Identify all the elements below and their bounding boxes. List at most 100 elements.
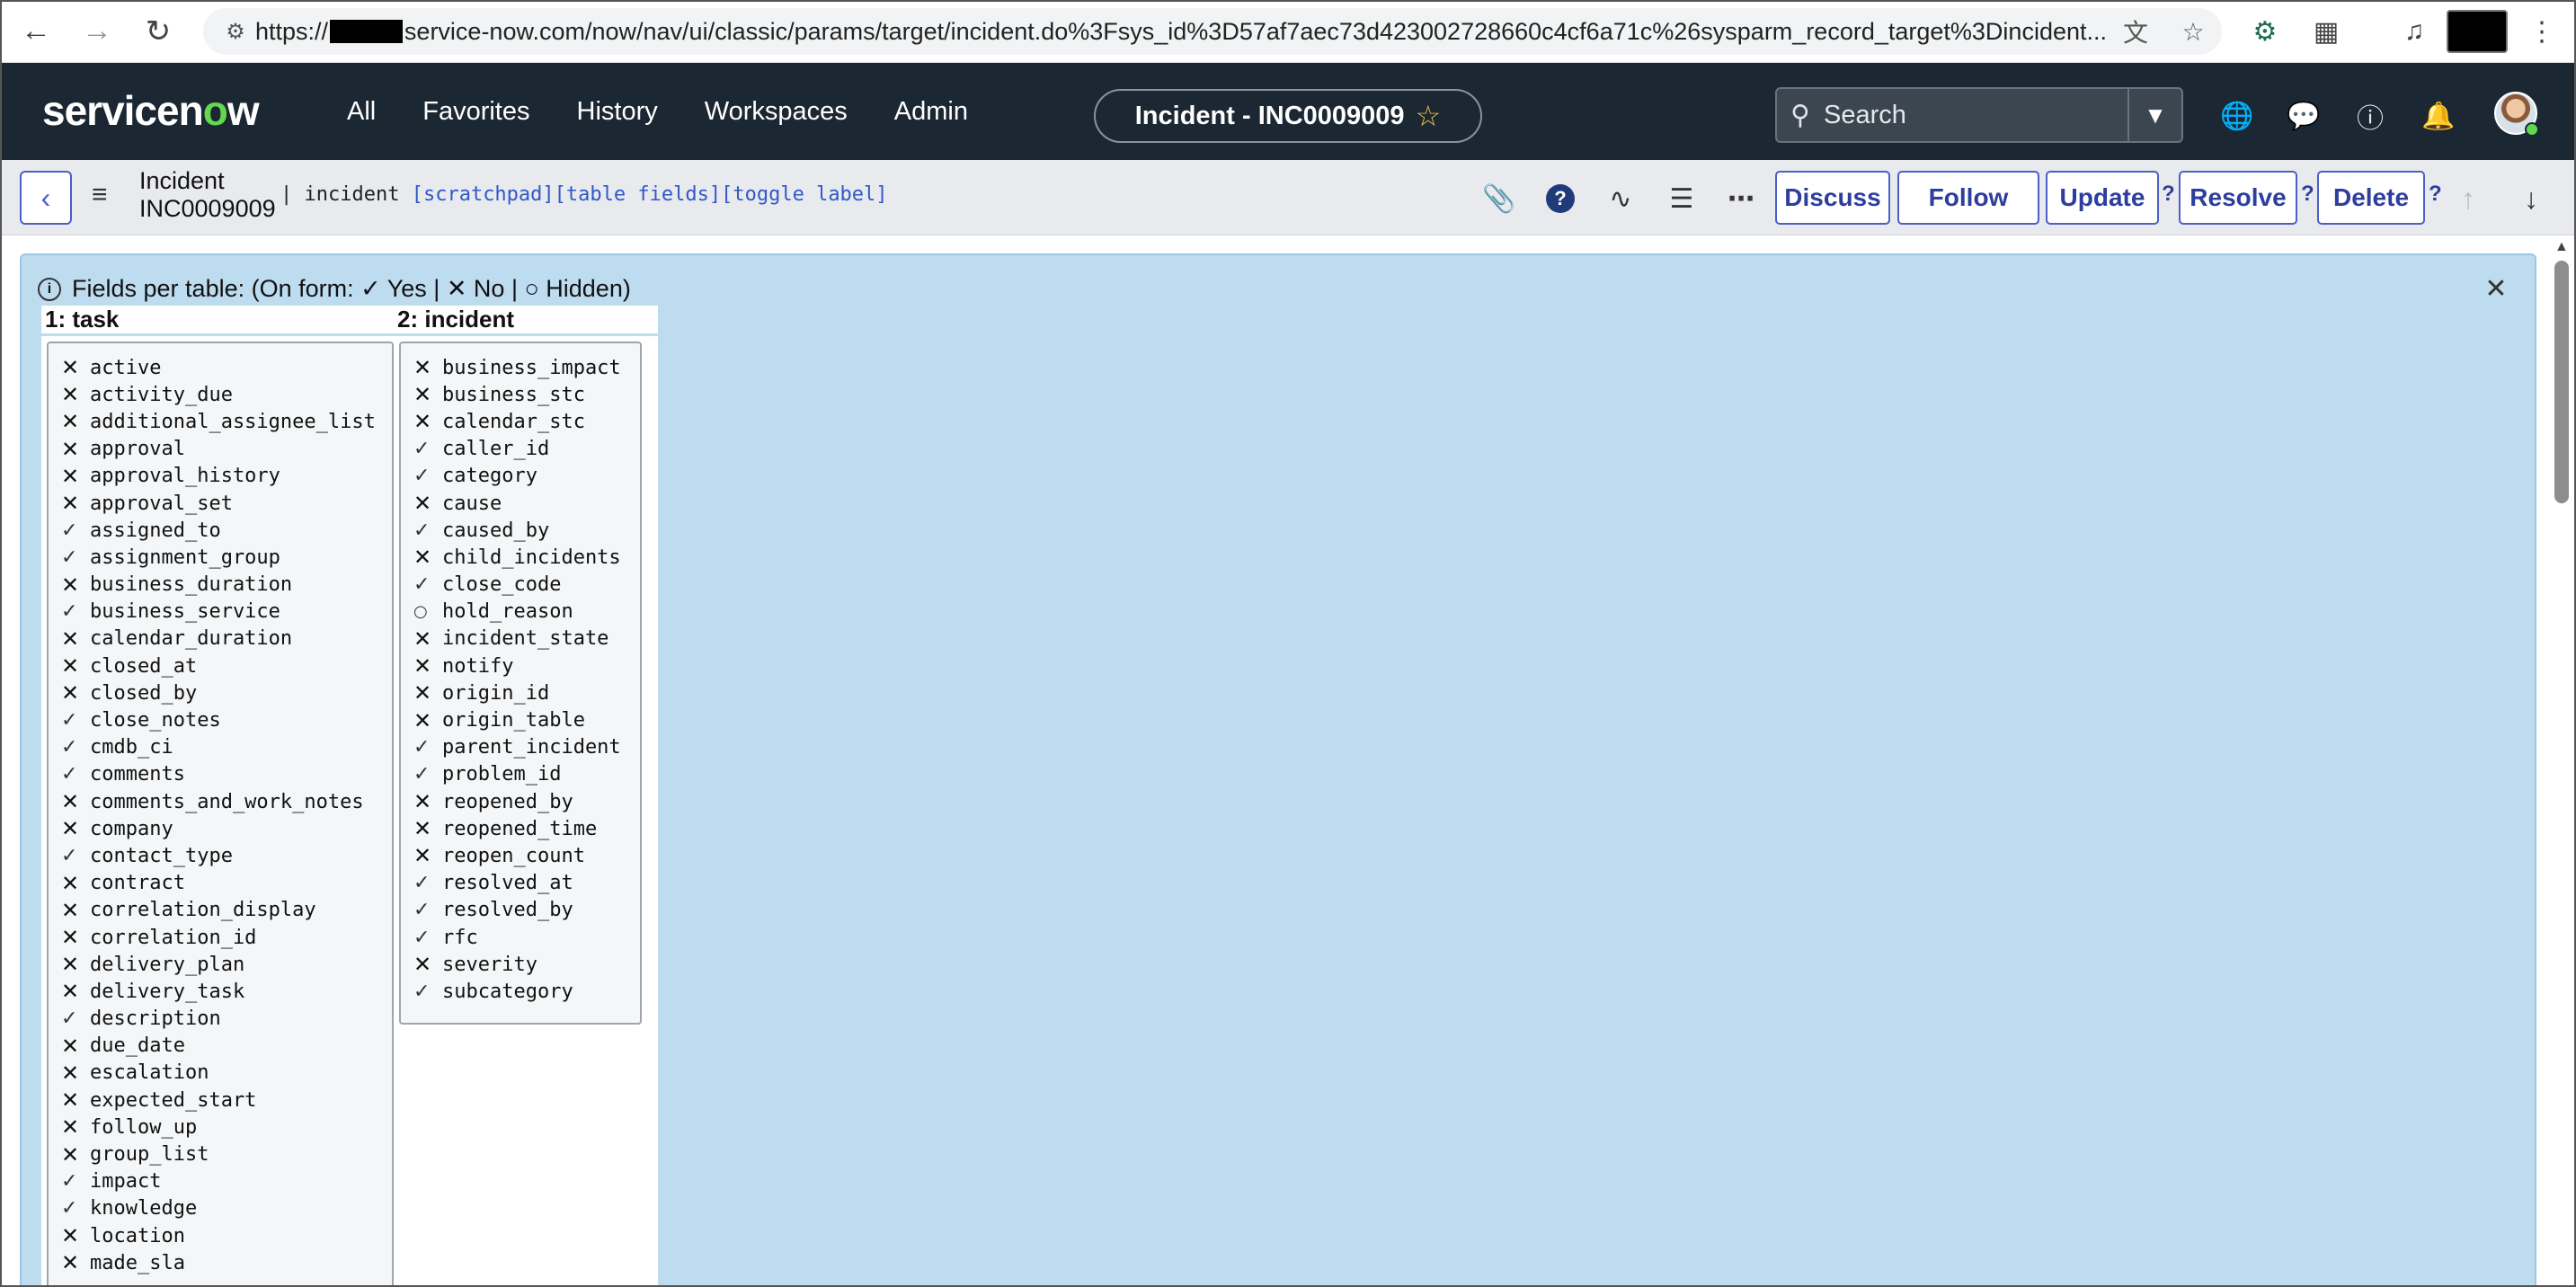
field-row: ✓ problem_id <box>401 761 640 788</box>
field-name: comments <box>90 763 185 786</box>
field-row: ✕ approval <box>49 436 392 463</box>
close-icon[interactable]: ✕ <box>2481 273 2511 304</box>
update-button[interactable]: Update <box>2046 171 2159 225</box>
form-content: i Fields per table: (On form: ✓ Yes | ✕ … <box>0 235 2576 1287</box>
field-row: ✕ calendar_duration <box>49 626 392 652</box>
translate-icon[interactable]: 文 <box>2107 13 2164 49</box>
field-row: ✓ resolved_by <box>401 897 640 924</box>
update-help-marker[interactable]: ? <box>2162 182 2175 207</box>
nav-workspaces[interactable]: Workspaces <box>705 97 848 127</box>
field-row: ✕ delivery_task <box>49 978 392 1005</box>
chat-icon[interactable]: 💬 <box>2281 93 2326 138</box>
field-row: ✕ approval_set <box>49 490 392 517</box>
scratchpad-link[interactable]: [scratchpad] <box>412 183 555 206</box>
field-state-yes-icon: ✓ <box>413 573 431 597</box>
resolve-help-marker[interactable]: ? <box>2301 182 2314 207</box>
field-state-no-icon: ✕ <box>413 680 432 706</box>
bookmark-star-icon[interactable]: ☆ <box>2164 17 2222 47</box>
media-icon[interactable]: ♫ <box>2391 8 2438 55</box>
field-state-no-icon: ✕ <box>413 816 432 842</box>
help-icon[interactable]: ⓘ <box>2348 93 2393 138</box>
field-state-no-icon: ✕ <box>61 680 80 706</box>
extensions-puzzle-icon[interactable]: ▦ <box>2303 8 2349 55</box>
delete-button[interactable]: Delete <box>2317 171 2425 225</box>
record-title: Incident INC0009009 <box>139 167 276 223</box>
field-row: ✓ category <box>401 463 640 490</box>
notifications-bell-icon[interactable]: 🔔 <box>2416 93 2461 138</box>
attachment-icon[interactable]: 📎 <box>1477 176 1522 221</box>
form-menu-icon[interactable]: ≡ <box>92 180 119 210</box>
field-row: ✕ origin_table <box>401 706 640 733</box>
field-row: ✓ parent_incident <box>401 734 640 761</box>
table-fields-link[interactable]: [table fields] <box>555 183 721 206</box>
forward-icon[interactable]: → <box>72 6 122 57</box>
field-row: ✕ notify <box>401 652 640 679</box>
scroll-up-icon[interactable]: ▲ <box>2554 239 2569 255</box>
field-name: company <box>90 817 173 840</box>
field-state-yes-icon: ✓ <box>413 736 431 759</box>
field-row: ✕ activity_due <box>49 381 392 408</box>
field-name: knowledge <box>90 1197 198 1220</box>
field-state-yes-icon: ✓ <box>61 519 78 542</box>
toggle-label-link[interactable]: [toggle label] <box>721 183 887 206</box>
field-row: ✓ cmdb_ci <box>49 734 392 761</box>
address-bar[interactable]: ⚙ https:// service-now.com/now/nav/ui/cl… <box>203 8 2222 55</box>
field-state-no-icon: ✕ <box>61 816 80 842</box>
personalize-sliders-icon[interactable]: ☰ <box>1659 176 1704 221</box>
contextual-help-icon[interactable]: ? <box>1538 176 1583 221</box>
field-name: calendar_duration <box>90 627 293 651</box>
scrollbar-thumb[interactable] <box>2554 261 2569 503</box>
field-state-no-icon: ✕ <box>61 789 80 815</box>
page-scrollbar[interactable]: ▲ <box>2551 235 2572 1287</box>
field-name: origin_id <box>442 681 550 705</box>
task-field-list: ✕ active ✕ activity_due ✕ additional_assignee… <box>47 342 394 1287</box>
field-name: rfc <box>442 926 478 949</box>
servicenow-logo[interactable]: servicenow <box>42 86 260 135</box>
field-state-no-icon: ✕ <box>413 545 432 571</box>
nav-history[interactable]: History <box>577 97 658 127</box>
separator: | <box>280 183 293 206</box>
profile-button[interactable] <box>2447 10 2508 53</box>
follow-button[interactable]: Follow <box>1897 171 2039 225</box>
url-text[interactable]: https:// service-now.com/now/nav/ui/clas… <box>255 18 2107 46</box>
field-name: severity <box>442 953 537 976</box>
back-icon[interactable]: ← <box>11 6 61 57</box>
form-header: ‹ ≡ Incident INC0009009 | incident [scra… <box>0 160 2576 235</box>
nav-favorites[interactable]: Favorites <box>422 97 529 127</box>
field-row: ✕ escalation <box>49 1060 392 1087</box>
field-name: parent_incident <box>442 736 621 759</box>
previous-record-icon[interactable]: ↑ <box>2448 176 2488 221</box>
more-options-icon[interactable]: ⋯ <box>1719 176 1763 221</box>
nav-all[interactable]: All <box>347 97 376 127</box>
servicenow-header: servicenow All Favorites History Workspa… <box>0 63 2576 160</box>
field-name: business_stc <box>442 383 585 406</box>
redacted-block <box>330 20 403 43</box>
field-state-hidden-icon: ○ <box>413 602 428 622</box>
extension-gear-icon[interactable]: ⚙ <box>2242 8 2288 55</box>
global-search[interactable]: ⚲ Search ▼ <box>1775 87 2183 143</box>
activity-pulse-icon[interactable]: ∿ <box>1598 176 1643 221</box>
resolve-button[interactable]: Resolve <box>2179 171 2297 225</box>
field-name: resolved_by <box>442 899 573 922</box>
globe-icon[interactable]: 🌐 <box>2215 93 2260 138</box>
next-record-icon[interactable]: ↓ <box>2511 176 2551 221</box>
record-pill[interactable]: Incident - INC0009009 ☆ <box>1094 89 1482 143</box>
search-input[interactable]: Search <box>1824 101 2127 130</box>
field-state-yes-icon: ✓ <box>61 600 78 624</box>
site-settings-icon[interactable]: ⚙ <box>216 19 255 45</box>
field-row: ✕ reopened_by <box>401 788 640 815</box>
avatar[interactable] <box>2494 92 2539 137</box>
nav-admin[interactable]: Admin <box>894 97 968 127</box>
reload-icon[interactable]: ↻ <box>133 6 183 57</box>
discuss-button[interactable]: Discuss <box>1775 171 1890 225</box>
incident-field-list: ✕ business_impact ✕ business_stc ✕ calendar_s… <box>399 342 642 1025</box>
delete-help-marker[interactable]: ? <box>2429 182 2442 207</box>
field-name: correlation_display <box>90 899 316 922</box>
field-state-no-icon: ✕ <box>61 572 80 598</box>
field-row: ✓ comments <box>49 761 392 788</box>
menu-dots-icon[interactable]: ⋮ <box>2518 8 2565 55</box>
field-state-no-icon: ✕ <box>61 463 80 489</box>
search-scope-dropdown[interactable]: ▼ <box>2127 89 2181 141</box>
favorite-star-icon[interactable]: ☆ <box>1416 99 1442 133</box>
form-back-button[interactable]: ‹ <box>20 171 72 225</box>
